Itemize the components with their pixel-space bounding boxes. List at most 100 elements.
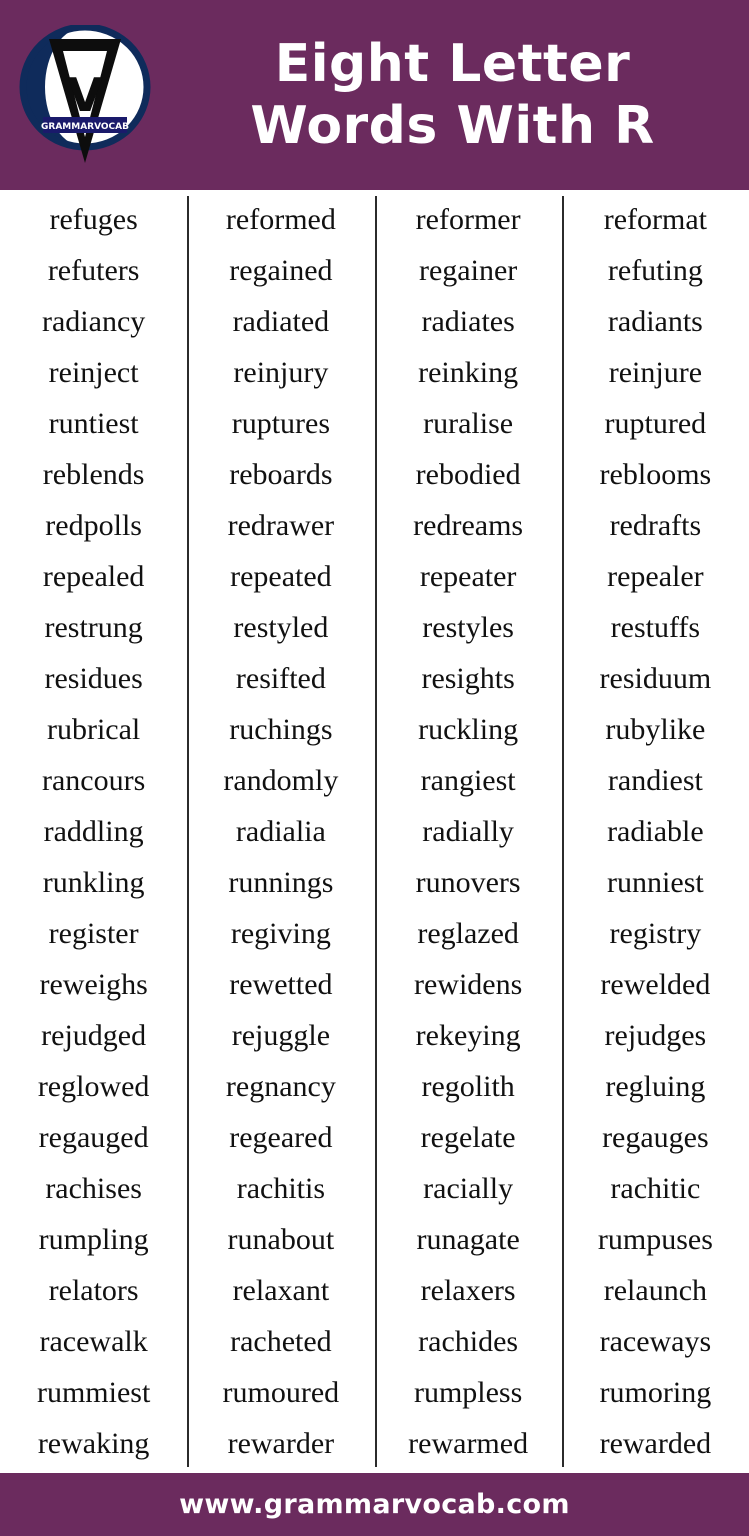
page-footer: www.grammarvocab.com (0, 1473, 749, 1536)
word-item: reblends (42, 458, 145, 491)
word-item: regluing (605, 1070, 706, 1103)
page-header: V GRAMMARVOCAB Eight Letter Words With R (0, 0, 749, 190)
word-item: radiates (421, 305, 515, 338)
word-item: regelate (420, 1121, 516, 1154)
word-item: repealed (42, 560, 145, 593)
word-item: rachises (45, 1172, 142, 1205)
word-item: runagate (416, 1223, 520, 1256)
word-grid: refuges refuters radiancy reinject runti… (0, 190, 749, 1473)
word-item: ruptures (231, 407, 331, 440)
word-item: restyled (233, 611, 329, 644)
word-item: rachides (418, 1325, 519, 1358)
word-item: repealer (607, 560, 704, 593)
word-item: redreams (413, 509, 524, 542)
word-item: rumoured (222, 1376, 340, 1409)
word-item: regauges (602, 1121, 709, 1154)
word-item: regnancy (225, 1070, 336, 1103)
word-item: redrafts (609, 509, 702, 542)
word-item: rumpless (413, 1376, 523, 1409)
word-item: randomly (223, 764, 339, 797)
word-item: reglazed (417, 917, 519, 950)
page-title-line1: Eight Letter (274, 34, 631, 94)
word-item: regolith (421, 1070, 515, 1103)
word-item: rewelded (600, 968, 711, 1001)
word-item: rewarmed (408, 1427, 529, 1460)
word-item: randiest (607, 764, 703, 797)
word-item: racially (423, 1172, 514, 1205)
word-item: rubrical (46, 713, 141, 746)
grammarvocab-logo: V GRAMMARVOCAB (19, 25, 151, 165)
word-item: relators (48, 1274, 139, 1307)
word-item: rejudges (604, 1019, 707, 1052)
word-item: rancours (41, 764, 146, 797)
word-item: refuting (607, 254, 703, 287)
word-item: radialia (235, 815, 326, 848)
word-item: regeared (229, 1121, 333, 1154)
word-item: redrawer (227, 509, 335, 542)
word-item: reboards (229, 458, 333, 491)
word-item: runovers (415, 866, 521, 899)
word-item: register (48, 917, 139, 950)
word-item: rummiest (36, 1376, 151, 1409)
word-item: reformer (415, 203, 521, 236)
page-title: Eight Letter Words With R (170, 33, 749, 157)
word-item: rewarder (227, 1427, 335, 1460)
word-item: radiable (607, 815, 704, 848)
word-item: restuffs (610, 611, 701, 644)
svg-text:V: V (67, 68, 103, 122)
word-item: radially (422, 815, 514, 848)
word-item: rangiest (420, 764, 516, 797)
word-item: refuges (49, 203, 138, 236)
word-item: rewarded (599, 1427, 712, 1460)
word-item: residuum (599, 662, 712, 695)
word-item: restyles (422, 611, 514, 644)
word-item: raceways (599, 1325, 712, 1358)
word-item: raddling (43, 815, 144, 848)
word-item: regiving (230, 917, 331, 950)
word-item: repeater (419, 560, 517, 593)
word-item: rachitic (610, 1172, 701, 1205)
word-item: rumpling (38, 1223, 149, 1256)
word-item: rewetted (229, 968, 333, 1001)
page-title-line2: Words With R (250, 96, 655, 156)
word-item: ruckling (418, 713, 519, 746)
word-item: reinjure (608, 356, 703, 389)
word-item: reformed (225, 203, 336, 236)
logo-container: V GRAMMARVOCAB (0, 0, 170, 190)
word-item: racewalk (39, 1325, 148, 1358)
word-item: rewaking (37, 1427, 150, 1460)
word-item: regauged (38, 1121, 149, 1154)
word-item: rebodied (415, 458, 521, 491)
word-item: rejudged (41, 1019, 147, 1052)
word-item: regainer (418, 254, 518, 287)
word-item: resifted (235, 662, 326, 695)
word-item: radiants (607, 305, 703, 338)
word-item: redpolls (45, 509, 142, 542)
word-item: runkling (42, 866, 145, 899)
word-item: refuters (47, 254, 140, 287)
word-item: ruchings (229, 713, 333, 746)
word-item: registry (609, 917, 702, 950)
website-url: www.grammarvocab.com (179, 1489, 570, 1520)
svg-text:GRAMMARVOCAB: GRAMMARVOCAB (41, 122, 129, 132)
word-item: radiated (232, 305, 330, 338)
word-item: relaxers (420, 1274, 516, 1307)
word-item: restrung (44, 611, 143, 644)
word-item: runniest (607, 866, 704, 899)
word-item: rewidens (413, 968, 523, 1001)
word-item: runtiest (48, 407, 139, 440)
word-item: reformat (603, 203, 708, 236)
word-item: reblooms (599, 458, 712, 491)
word-item: radiancy (41, 305, 146, 338)
word-list-page: V GRAMMARVOCAB Eight Letter Words With R… (0, 0, 749, 1536)
word-item: runnings (228, 866, 334, 899)
word-item: rachitis (236, 1172, 326, 1205)
word-item: reinjury (233, 356, 329, 389)
word-item: relaunch (603, 1274, 708, 1307)
word-column-1: refuges refuters radiancy reinject runti… (0, 194, 187, 1473)
word-item: reinking (418, 356, 519, 389)
word-item: rumoring (599, 1376, 712, 1409)
word-item: relaxant (232, 1274, 330, 1307)
word-item: reweighs (39, 968, 148, 1001)
word-item: ruptured (604, 407, 707, 440)
